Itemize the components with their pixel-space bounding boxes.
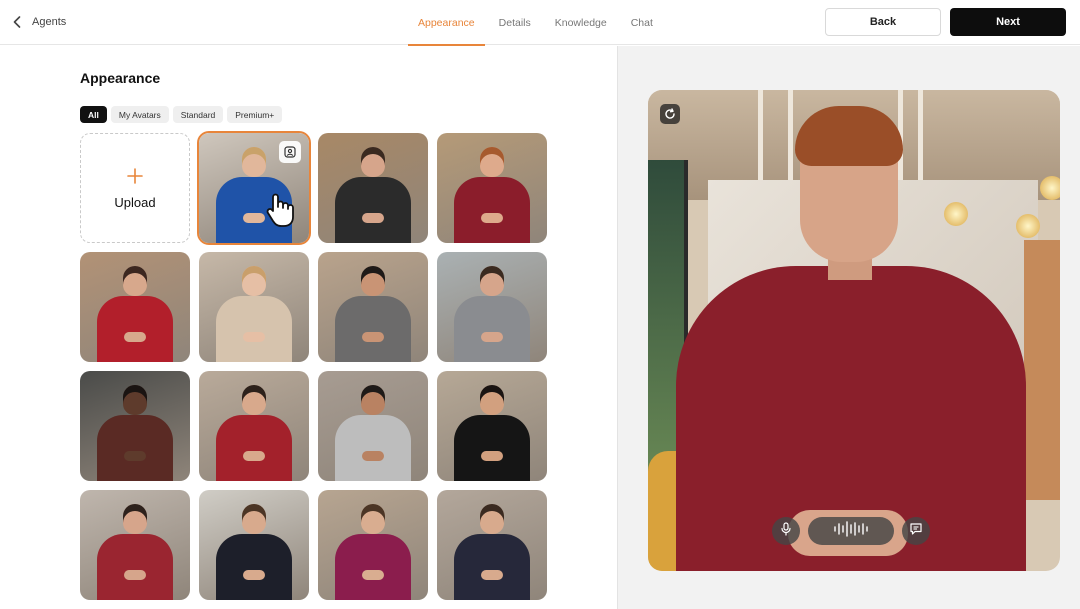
avatar-hands: [124, 332, 146, 342]
avatar-hands: [481, 451, 503, 461]
avatar-head: [242, 385, 266, 415]
avatar-hands: [243, 451, 265, 461]
avatar-grid: Upload: [80, 131, 547, 600]
avatar-card[interactable]: [199, 252, 309, 362]
filter-chip-premium[interactable]: Premium+: [227, 106, 283, 123]
tab-knowledge[interactable]: Knowledge: [545, 0, 617, 45]
waveform-icon: [833, 520, 869, 542]
chat-button[interactable]: [902, 517, 930, 545]
plus-icon: [127, 167, 143, 187]
avatar-head: [242, 266, 266, 296]
avatar-head: [480, 504, 504, 534]
avatar-head: [361, 385, 385, 415]
filter-chip-standard[interactable]: Standard: [172, 106, 224, 123]
avatar-card[interactable]: [199, 490, 309, 600]
avatar-card[interactable]: [318, 490, 428, 600]
back-link-label: Agents: [32, 16, 67, 28]
ceiling-beam: [788, 90, 793, 190]
avatar-card[interactable]: [199, 371, 309, 481]
avatar-head: [480, 147, 504, 177]
avatar-head: [242, 147, 266, 177]
tab-appearance[interactable]: Appearance: [408, 0, 485, 46]
avatar-card[interactable]: [437, 490, 547, 600]
avatar-hands: [243, 332, 265, 342]
filter-chip-my-avatars[interactable]: My Avatars: [110, 106, 169, 123]
next-button[interactable]: Next: [950, 8, 1066, 36]
avatar-hands: [362, 451, 384, 461]
avatar-head: [123, 266, 147, 296]
avatar-head: [123, 385, 147, 415]
avatar-card[interactable]: [318, 133, 428, 243]
top-bar: Agents Appearance Details Knowledge Chat Ba…: [0, 0, 1080, 46]
upload-label: Upload: [114, 194, 156, 210]
avatar-head: [361, 147, 385, 177]
voice-waveform-button[interactable]: [808, 517, 894, 545]
avatar-hands: [124, 451, 146, 461]
avatar-head: [480, 385, 504, 415]
avatar-head: [361, 266, 385, 296]
back-to-agents-link[interactable]: Agents: [10, 13, 66, 31]
avatar-head: [361, 504, 385, 534]
preview-shelf: [1024, 240, 1060, 500]
avatar-card[interactable]: [318, 252, 428, 362]
avatar-card[interactable]: [197, 131, 311, 245]
avatar-hands: [362, 570, 384, 580]
pendant-lamp: [944, 202, 968, 226]
avatar-preview: [648, 90, 1060, 571]
back-button[interactable]: Back: [825, 8, 941, 36]
avatar-head: [480, 266, 504, 296]
microphone-icon: [780, 521, 792, 541]
avatar-clothing: [335, 177, 411, 243]
avatar-hands: [124, 570, 146, 580]
avatar-clothing: [97, 534, 173, 600]
avatar-clothing: [335, 534, 411, 600]
avatar-clothing: [454, 415, 530, 481]
filter-chip-all[interactable]: All: [80, 106, 107, 123]
avatar-hair: [795, 106, 903, 166]
avatar-card[interactable]: [437, 252, 547, 362]
tab-details[interactable]: Details: [489, 0, 541, 45]
avatar-clothing: [454, 534, 530, 600]
avatar-clothing: [454, 177, 530, 243]
chevron-left-icon: [10, 14, 24, 30]
refresh-icon[interactable]: [660, 104, 680, 124]
avatar-clothing: [454, 296, 530, 362]
tab-chat[interactable]: Chat: [621, 0, 663, 45]
avatar-card[interactable]: [80, 252, 190, 362]
chat-bubble-icon: [909, 522, 923, 541]
avatar-clothing: [335, 296, 411, 362]
pendant-lamp: [1040, 176, 1060, 200]
tab-bar: Appearance Details Knowledge Chat: [408, 0, 667, 46]
pendant-lamp: [1016, 214, 1040, 238]
avatar-clothing: [216, 296, 292, 362]
avatar-hands: [481, 332, 503, 342]
microphone-button[interactable]: [772, 517, 800, 545]
avatar-card[interactable]: [80, 371, 190, 481]
hand-cursor-icon: [261, 189, 301, 229]
avatar-clothing: [97, 415, 173, 481]
avatar-hands: [481, 570, 503, 580]
upload-avatar-button[interactable]: Upload: [80, 133, 190, 243]
avatar-hands: [362, 332, 384, 342]
avatar-card[interactable]: [80, 490, 190, 600]
avatar-hands: [362, 213, 384, 223]
preview-panel: [617, 46, 1080, 609]
ceiling-beam: [918, 90, 923, 190]
page-title: Appearance: [80, 70, 161, 86]
avatar-clothing: [216, 534, 292, 600]
avatar-hands: [243, 570, 265, 580]
appearance-panel: Appearance All My Avatars Standard Premium+…: [0, 46, 617, 609]
avatar-clothing: [97, 296, 173, 362]
image-edit-icon[interactable]: [279, 141, 301, 163]
avatar-clothing: [335, 415, 411, 481]
avatar-card[interactable]: [437, 371, 547, 481]
ceiling-beam: [758, 90, 763, 190]
avatar-card[interactable]: [318, 371, 428, 481]
avatar-head: [242, 504, 266, 534]
avatar-card[interactable]: [437, 133, 547, 243]
avatar-filter-bar: All My Avatars Standard Premium+: [80, 106, 286, 123]
avatar-hands: [481, 213, 503, 223]
avatar-clothing: [216, 415, 292, 481]
avatar-head: [123, 504, 147, 534]
